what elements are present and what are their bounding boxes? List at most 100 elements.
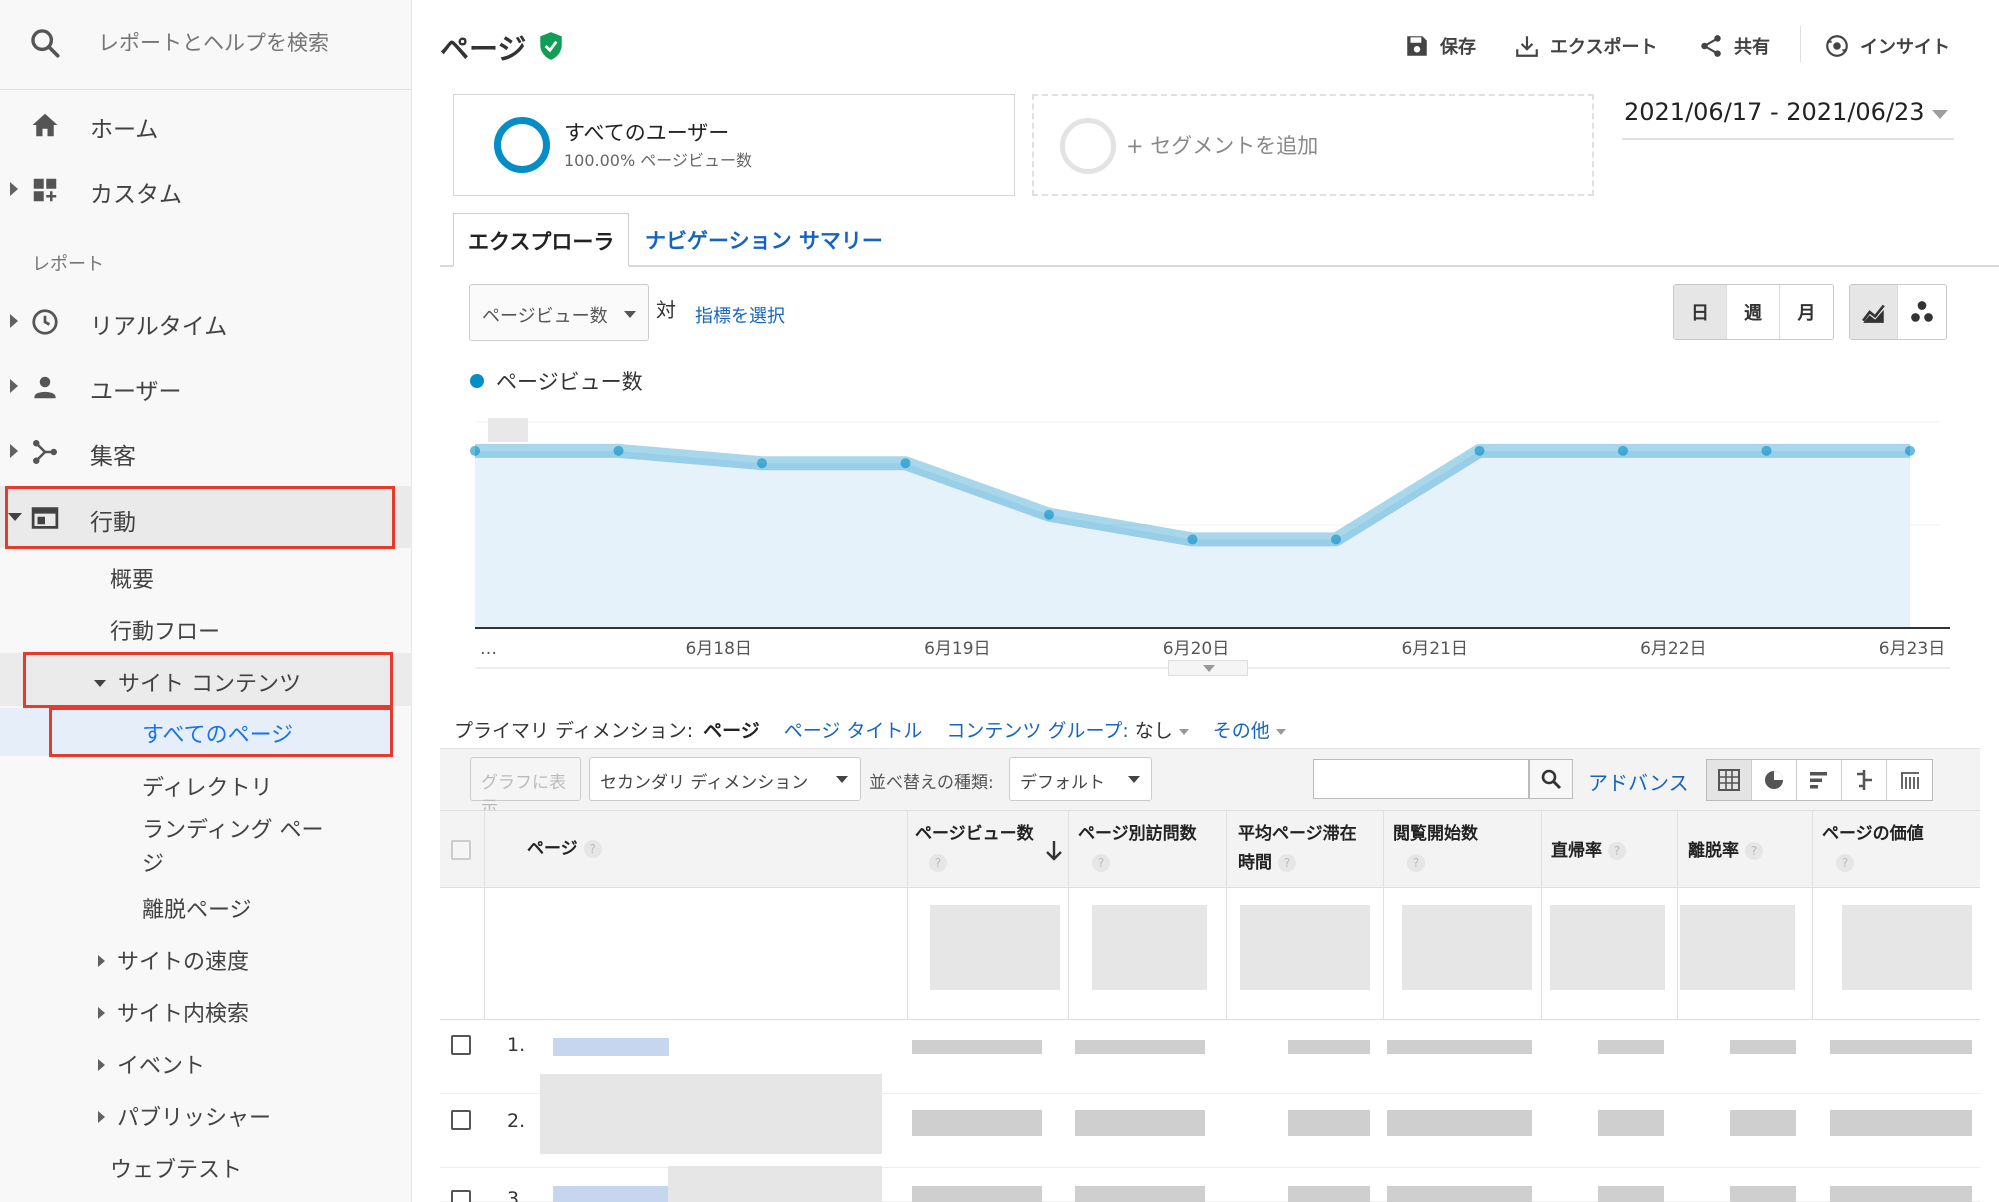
column-header-avg-time[interactable]: 平均ページ滞在 時間? [1238,820,1357,878]
sidebar-item-acquisition[interactable]: 集客 [0,420,412,482]
verified-shield-icon [540,32,562,60]
view-percentage-button[interactable] [1752,760,1797,800]
advanced-filter-link[interactable]: アドバンス [1588,767,1689,796]
column-divider [907,810,908,1020]
dimension-content-group-link[interactable]: コンテンツ グループ: [946,720,1128,742]
caret-right-icon [10,444,18,458]
help-icon: ? [1745,842,1763,860]
table-search-button[interactable] [1529,759,1573,799]
view-performance-button[interactable] [1797,760,1842,800]
view-pivot-button[interactable] [1887,760,1932,800]
share-button[interactable]: 共有 [1698,30,1770,62]
redacted-cell [1288,1110,1370,1136]
redacted-cell [1830,1186,1972,1202]
insights-button[interactable]: インサイト [1824,30,1950,62]
sidebar-item-users[interactable]: ユーザー [0,355,412,417]
redacted-cell [1598,1040,1664,1054]
redacted-cell [1387,1040,1532,1054]
granularity-day-button[interactable]: 日 [1674,285,1727,339]
row-checkbox[interactable] [451,1190,471,1202]
series-point [613,445,624,456]
redacted-cell [1387,1110,1532,1136]
select-all-checkbox[interactable] [451,840,471,860]
sidebar-item-home[interactable]: ホーム [0,93,412,155]
caret-right-icon [98,1007,105,1019]
sidebar-item-behavior-flow[interactable]: 行動フロー [110,614,220,646]
sidebar-item-events[interactable]: イベント [98,1048,205,1080]
sidebar-item-custom[interactable]: カスタム [0,158,412,220]
page-link-redacted[interactable] [553,1186,669,1202]
redacted-cell [1075,1186,1205,1202]
sidebar-item-directory[interactable]: ディレクトリ [142,770,272,802]
export-button[interactable]: エクスポート [1514,30,1657,62]
date-range-picker[interactable]: 2021/06/17 - 2021/06/23 [1622,98,1954,140]
sidebar-item-site-search[interactable]: サイト内検索 [98,996,249,1028]
sort-descending-arrow-icon [1046,841,1062,861]
x-tick-label: 6月18日 [685,639,751,659]
motion-chart-button[interactable] [1898,285,1946,339]
sidebar-item-site-speed[interactable]: サイトの速度 [98,944,249,976]
help-icon: ? [1092,854,1110,872]
legend-series-label: ページビュー数 [496,370,643,394]
column-header-page[interactable]: ページ? [527,835,602,864]
redacted-cell [1730,1110,1796,1136]
column-header-unique-pageviews[interactable]: ページ別訪問数? [1078,820,1197,878]
redacted-total [1550,905,1665,990]
tab-explorer[interactable]: エクスプローラ [453,213,630,267]
sidebar-item-realtime[interactable]: リアルタイム [0,290,412,352]
column-header-bounce-rate[interactable]: 直帰率? [1551,837,1626,866]
metric-vs-label: 対 [656,298,676,322]
sort-type-select[interactable]: デフォルト [1009,757,1152,801]
dimension-other-link[interactable]: その他 [1213,720,1270,742]
home-icon [32,113,58,137]
series-point [1044,509,1054,520]
pivot-icon [1900,772,1919,789]
granularity-month-button[interactable]: 月 [1780,285,1833,339]
line-chart-button[interactable] [1850,285,1898,339]
report-search[interactable]: レポートとヘルプを検索 [0,0,412,90]
series-point [1618,445,1628,456]
secondary-dimension-select[interactable]: セカンダリ ディメンション [589,757,861,801]
series-point [1331,534,1341,545]
chart-collapse-handle[interactable] [1168,660,1248,676]
redacted-cell [1830,1110,1972,1136]
caret-right-icon [98,1111,105,1123]
save-button[interactable]: 保存 [1404,30,1476,62]
add-segment-button[interactable]: + セグメントを追加 [1032,94,1594,196]
table-search-input[interactable] [1313,759,1529,799]
share-icon [1701,35,1721,57]
tab-navigation-summary[interactable]: ナビゲーション サマリー [631,213,897,267]
sidebar-item-exit-pages[interactable]: 離脱ページ [142,892,252,924]
column-header-exit-rate[interactable]: 離脱率? [1688,837,1763,866]
primary-dimension-label: プライマリ ディメンション: [454,720,694,742]
view-data-table-button[interactable] [1707,760,1752,800]
sidebar-item-experiments[interactable]: ウェブテスト [110,1152,242,1184]
metric-select[interactable]: ページビュー数 [469,284,649,341]
granularity-week-button[interactable]: 週 [1727,285,1780,339]
row-checkbox[interactable] [451,1110,471,1130]
sidebar-item-label: 集客 [90,444,136,470]
redacted-cell [1730,1186,1796,1202]
sidebar-item-behavior-overview[interactable]: 概要 [110,562,154,594]
sidebar-item-publisher[interactable]: パブリッシャー [98,1100,271,1132]
segment-all-users[interactable]: すべてのユーザー 100.00% ページビュー数 [453,94,1015,196]
view-comparison-button[interactable] [1842,760,1887,800]
redacted-total [1680,905,1795,990]
row-checkbox[interactable] [451,1035,471,1055]
dimension-page-title-link[interactable]: ページ タイトル [784,720,923,742]
plot-rows-button[interactable]: グラフに表示 [470,757,581,818]
column-header-entrances[interactable]: 閲覧開始数? [1393,820,1478,878]
pie-chart-icon [1765,771,1783,789]
annotation-highlight-all-pages [49,707,393,757]
choose-metric-link[interactable]: 指標を選択 [695,302,785,328]
page-link-redacted[interactable] [553,1038,669,1056]
insights-label: インサイト [1860,37,1950,58]
column-header-pageviews[interactable]: ページビュー数? [915,820,1034,878]
sidebar-item-label: パブリッシャー [117,1106,272,1131]
sidebar-item-landing-pages-wrap[interactable]: ジ [142,846,164,878]
redacted-cell [1598,1186,1664,1202]
column-header-page-value[interactable]: ページの価値? [1822,820,1924,878]
redacted-cell [912,1040,1042,1054]
redacted-y-tick-label [488,418,528,442]
sidebar-item-landing-pages[interactable]: ランディング ペー [142,812,323,844]
